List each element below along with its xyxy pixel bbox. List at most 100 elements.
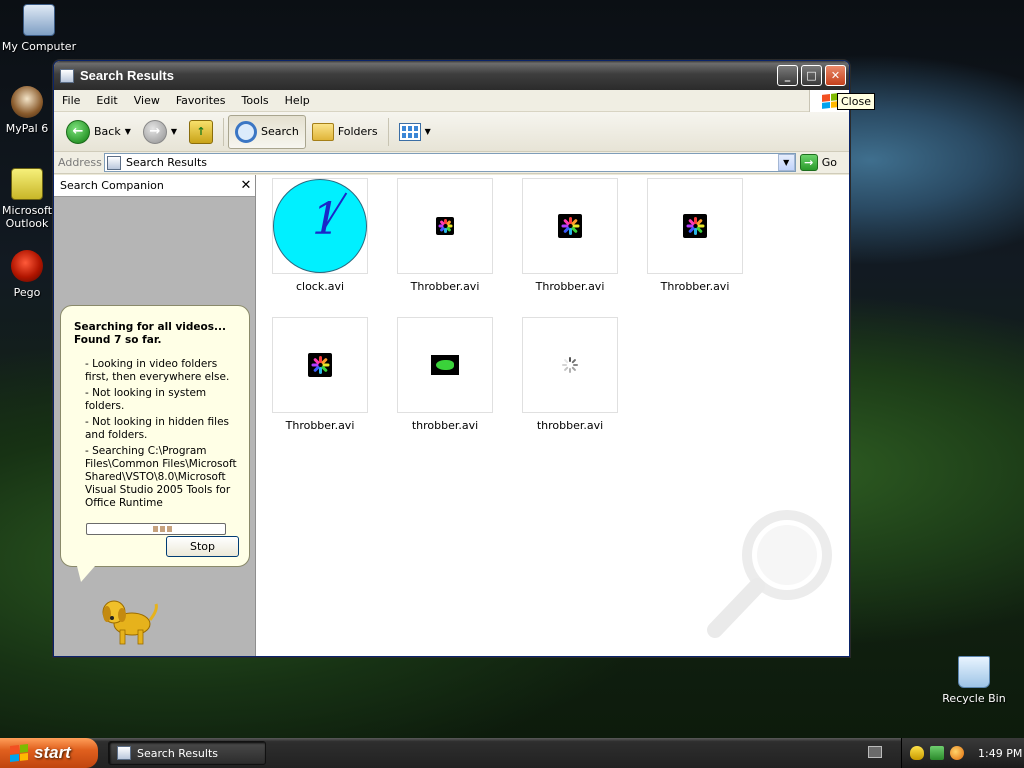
go-arrow-icon: →: [799, 154, 818, 171]
desktop-icon-mypal[interactable]: MyPal 6: [0, 86, 54, 135]
title-bar[interactable]: Search Results _ □ ✕: [54, 61, 849, 90]
throbber-icon: [308, 353, 332, 377]
clock-icon: 1: [273, 179, 367, 273]
security-shield-icon[interactable]: [910, 746, 924, 760]
desktop-icon-recycle-bin[interactable]: Recycle Bin: [934, 656, 1014, 705]
result-item-name: Throbber.avi: [660, 280, 730, 293]
result-item-name: Throbber.avi: [535, 280, 605, 293]
folders-label: Folders: [337, 125, 378, 138]
go-button[interactable]: → Go: [799, 154, 845, 171]
results-pane: 1 clock.avi Throbber.avi Throbber.avi Th…: [256, 175, 849, 656]
result-item[interactable]: Throbber.avi: [396, 178, 494, 293]
forward-dropdown-icon[interactable]: ▼: [171, 127, 177, 136]
search-icon: [235, 120, 258, 143]
views-dropdown-icon: ▼: [424, 127, 431, 136]
address-input[interactable]: Search Results ▼: [104, 153, 796, 172]
desktop-icon-label: Microsoft Outlook: [1, 204, 53, 230]
windows-logo-icon: [10, 744, 28, 762]
search-progress-bar: [86, 523, 226, 535]
close-button[interactable]: ✕: [825, 65, 846, 86]
system-tray: 1:49 PM: [901, 738, 1024, 768]
search-companion-header: Search Companion ✕: [54, 175, 255, 197]
video-thumbnail: [272, 317, 368, 413]
folders-icon: [311, 122, 334, 141]
status-line: - Looking in video folders first, then e…: [85, 358, 230, 383]
search-companion-pane: Search Companion ✕ Searching for all vid…: [54, 175, 256, 656]
search-label: Search: [261, 125, 299, 138]
search-button[interactable]: Search: [228, 114, 306, 149]
go-label: Go: [821, 156, 837, 169]
menu-file[interactable]: File: [54, 94, 88, 107]
address-dropdown-button[interactable]: ▼: [777, 154, 795, 171]
toolbar-separator: [223, 117, 225, 146]
video-thumbnail: 1: [272, 178, 368, 274]
maximize-button[interactable]: □: [801, 65, 822, 86]
computer-icon: [23, 4, 55, 36]
result-item-name: clock.avi: [295, 280, 345, 293]
result-item[interactable]: Throbber.avi: [271, 317, 369, 432]
desktop-icon-label: Recycle Bin: [942, 692, 1006, 705]
menu-tools[interactable]: Tools: [234, 94, 277, 107]
menu-help[interactable]: Help: [277, 94, 318, 107]
views-button[interactable]: ▼: [393, 115, 437, 149]
up-folder-button[interactable]: ↑: [183, 115, 219, 149]
search-companion-title: Search Companion: [60, 179, 164, 192]
up-folder-icon: ↑: [189, 119, 214, 144]
throbber-icon: [558, 214, 582, 238]
menu-view[interactable]: View: [126, 94, 168, 107]
address-bar: Address Search Results ▼ → Go: [54, 152, 849, 174]
desktop-icon-pego[interactable]: Pego: [0, 250, 54, 299]
result-item-name: Throbber.avi: [410, 280, 480, 293]
window-title: Search Results: [80, 68, 174, 83]
result-item[interactable]: Throbber.avi: [646, 178, 744, 293]
video-thumbnail: [522, 178, 618, 274]
video-thumbnail: [647, 178, 743, 274]
back-label: Back: [94, 125, 121, 138]
keyboard-icon[interactable]: [868, 746, 882, 758]
desktop-icon-outlook[interactable]: Microsoft Outlook: [0, 168, 54, 230]
address-value: Search Results: [126, 156, 208, 169]
result-item[interactable]: throbber.avi: [396, 317, 494, 432]
result-item[interactable]: 1 clock.avi: [271, 178, 369, 293]
taskbar-item-label: Search Results: [137, 746, 219, 760]
forward-button[interactable]: → ▼: [137, 115, 183, 149]
menu-favorites[interactable]: Favorites: [168, 94, 234, 107]
taskbar: start Search Results 1:49 PM: [0, 738, 1024, 768]
result-item-name: throbber.avi: [536, 419, 604, 432]
network-icon[interactable]: [930, 746, 944, 760]
back-dropdown-icon[interactable]: ▼: [125, 127, 131, 136]
close-pane-icon[interactable]: ✕: [237, 178, 255, 193]
close-tooltip: Close: [837, 93, 875, 110]
start-button[interactable]: start: [0, 738, 98, 768]
search-tray-icon[interactable]: [950, 746, 964, 760]
search-dog-icon[interactable]: [98, 590, 160, 648]
desktop-icon-label: My Computer: [1, 40, 77, 53]
search-results-icon: [117, 746, 131, 760]
outlook-icon: [11, 168, 43, 200]
minimize-button[interactable]: _: [777, 65, 798, 86]
folders-button[interactable]: Folders: [306, 115, 384, 149]
result-item[interactable]: throbber.avi: [521, 317, 619, 432]
throbber-icon: [683, 214, 707, 238]
status-line: - Searching C:\Program Files\Common File…: [85, 445, 237, 509]
standard-toolbar: ← Back ▼ → ▼ ↑ Search Folders ▼: [54, 112, 849, 152]
windows-logo-icon: [821, 92, 838, 109]
search-status-line: Searching for all videos...: [74, 321, 226, 333]
toolbar-separator: [387, 117, 389, 146]
result-item[interactable]: Throbber.avi: [521, 178, 619, 293]
taskbar-item-search-results[interactable]: Search Results: [108, 741, 266, 765]
stop-button[interactable]: Stop: [166, 536, 239, 557]
desktop-icon-my-computer[interactable]: My Computer: [0, 4, 79, 53]
video-thumbnail: [522, 317, 618, 413]
desktop-icon-label: MyPal 6: [5, 122, 49, 135]
back-button[interactable]: ← Back ▼: [60, 115, 137, 149]
taskbar-clock[interactable]: 1:49 PM: [978, 747, 1022, 760]
start-label: start: [34, 743, 71, 762]
search-status-balloon: Searching for all videos... Found 7 so f…: [60, 305, 250, 582]
menu-bar: File Edit View Favorites Tools Help: [54, 89, 849, 112]
menu-edit[interactable]: Edit: [88, 94, 125, 107]
address-label: Address: [58, 156, 102, 169]
recycle-bin-icon: [958, 656, 990, 688]
magnifier-watermark-icon: [707, 510, 832, 638]
video-thumbnail: [397, 178, 493, 274]
